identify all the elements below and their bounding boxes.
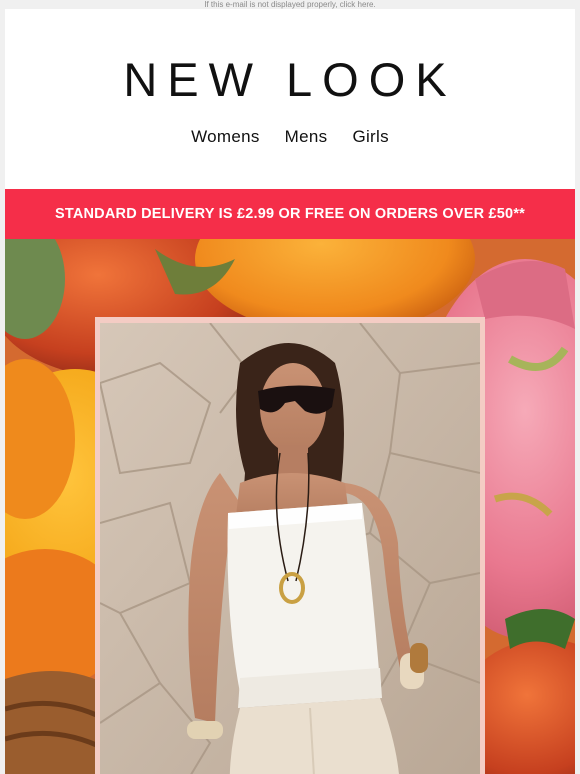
model-photo-icon: [100, 323, 480, 774]
email-container: NEW LOOK Womens Mens Girls STANDARD DELI…: [5, 9, 575, 774]
model-photo[interactable]: [100, 323, 480, 774]
photo-frame: [95, 317, 485, 774]
preheader-link[interactable]: If this e-mail is not displayed properly…: [0, 0, 580, 9]
brand-logo[interactable]: NEW LOOK: [5, 55, 575, 105]
nav-item-girls[interactable]: Girls: [352, 127, 388, 147]
nav-item-womens[interactable]: Womens: [191, 127, 260, 147]
category-nav: Womens Mens Girls: [5, 127, 575, 147]
hero-image[interactable]: [5, 239, 575, 774]
nav-item-mens[interactable]: Mens: [285, 127, 328, 147]
delivery-banner-text: STANDARD DELIVERY IS £2.99 OR FREE ON OR…: [54, 206, 525, 222]
delivery-banner[interactable]: STANDARD DELIVERY IS £2.99 OR FREE ON OR…: [5, 189, 575, 239]
